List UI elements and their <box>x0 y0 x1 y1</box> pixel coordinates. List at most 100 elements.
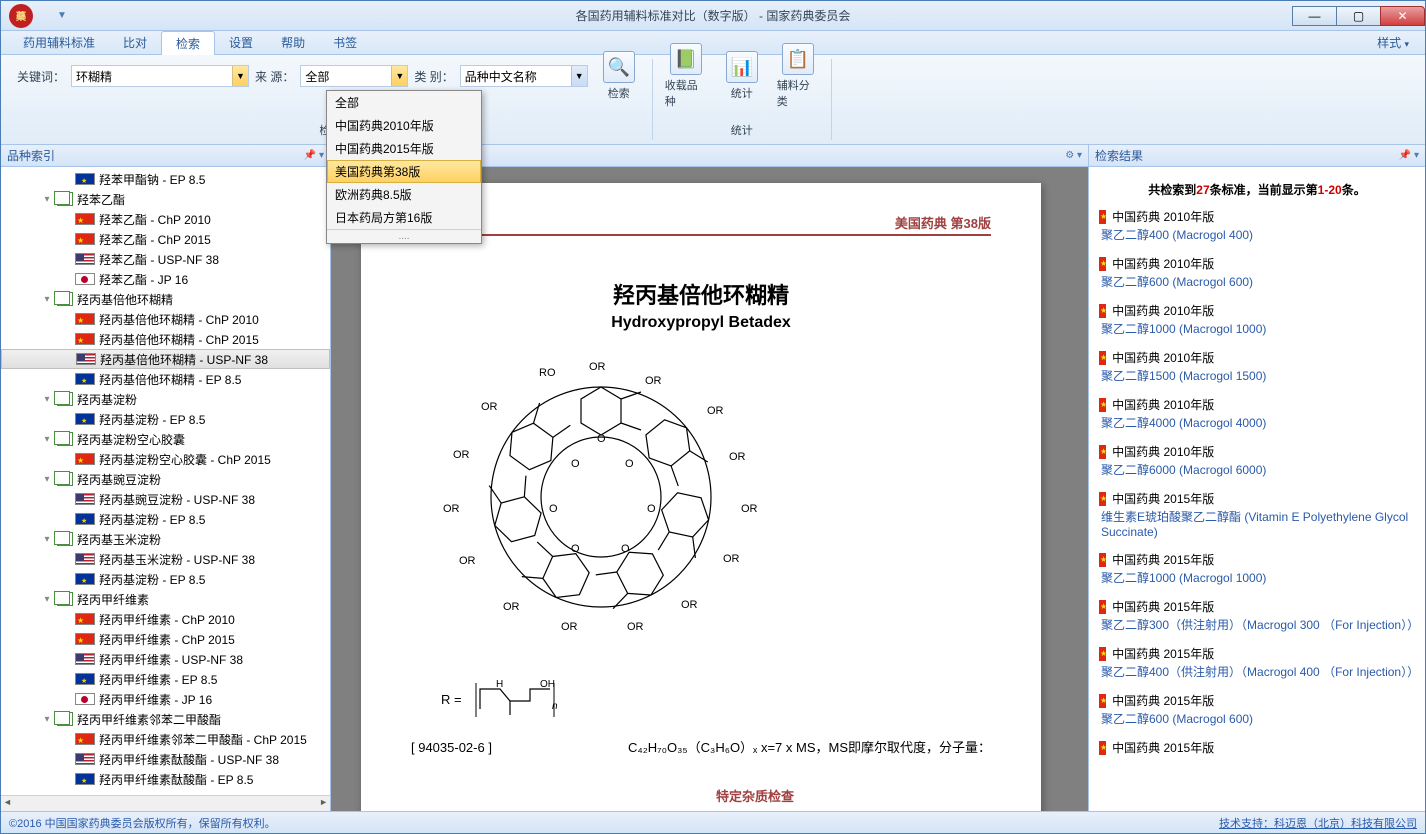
menu-tab-2[interactable]: 检索 <box>161 31 215 55</box>
tree-item[interactable]: ▾羟丙基淀粉空心胶囊 <box>1 429 330 449</box>
qat-dropdown-icon[interactable]: ▼ <box>57 10 67 21</box>
keyword-input[interactable] <box>72 66 232 86</box>
doc-header-right: 美国药典 第38版 <box>895 213 991 232</box>
result-source: 中国药典 2010年版 <box>1112 443 1214 460</box>
flag-us-icon <box>75 553 95 565</box>
tree-item[interactable]: 羟丙甲纤维素 - ChP 2010 <box>1 609 330 629</box>
maximize-button[interactable]: ▢ <box>1336 6 1381 26</box>
dropdown-item[interactable]: 中国药典2010年版 <box>327 114 481 137</box>
source-combo[interactable]: ▼ <box>300 65 408 87</box>
tree-item[interactable]: 羟丙甲纤维素 - EP 8.5 <box>1 669 330 689</box>
tree-item[interactable]: 羟丙基倍他环糊精 - USP-NF 38 <box>1 349 330 369</box>
tree-item[interactable]: 羟丙甲纤维素 - USP-NF 38 <box>1 649 330 669</box>
result-source: 中国药典 2015年版 <box>1112 739 1214 756</box>
tree-item[interactable]: 羟苯甲酯钠 - EP 8.5 <box>1 169 330 189</box>
tree-item-label: 羟丙基淀粉 - EP 8.5 <box>99 411 205 428</box>
menu-tab-1[interactable]: 比对 <box>109 31 161 55</box>
tree-item-label: 羟丙基淀粉空心胶囊 <box>77 431 185 448</box>
tree-item-label: 羟丙基淀粉空心胶囊 - ChP 2015 <box>99 451 271 468</box>
classify-button[interactable]: 📋 辅料分类 <box>773 41 823 111</box>
pin-icon[interactable]: 📌 ▾ <box>304 150 324 161</box>
tree-item[interactable]: 羟丙甲纤维素酞酸酯 - EP 8.5 <box>1 769 330 789</box>
tree-item[interactable]: ▾羟丙基倍他环糊精 <box>1 289 330 309</box>
tree-hscrollbar[interactable] <box>1 795 330 811</box>
category-input[interactable] <box>461 66 571 86</box>
result-source: 中国药典 2015年版 <box>1112 645 1214 662</box>
flag-cn-icon <box>75 333 95 345</box>
results-list[interactable]: 中国药典 2010年版 聚乙二醇400 (Macrogol 400) 中国药典 20… <box>1089 208 1425 811</box>
keyword-dropdown-icon[interactable]: ▼ <box>232 66 248 86</box>
tree-item[interactable]: ▾羟丙甲纤维素邻苯二甲酸酯 <box>1 709 330 729</box>
list-icon: 📋 <box>782 43 814 75</box>
tree-item[interactable]: 羟丙基倍他环糊精 - EP 8.5 <box>1 369 330 389</box>
search-button[interactable]: 🔍 检索 <box>594 49 644 103</box>
dropdown-item[interactable]: 中国药典2015年版 <box>327 137 481 160</box>
result-link[interactable]: 聚乙二醇1000 (Macrogol 1000) <box>1101 320 1415 337</box>
dropdown-item[interactable]: 日本药局方第16版 <box>327 206 481 229</box>
category-combo[interactable]: ▼ <box>460 65 588 87</box>
category-dropdown-icon[interactable]: ▼ <box>571 66 587 86</box>
result-link[interactable]: 聚乙二醇4000 (Macrogol 4000) <box>1101 414 1415 431</box>
source-dropdown-icon[interactable]: ▼ <box>391 66 407 86</box>
collect-button[interactable]: 📗 收载品种 <box>661 41 711 111</box>
tree-item[interactable]: 羟丙甲纤维素 - ChP 2015 <box>1 629 330 649</box>
tree-item[interactable]: 羟丙甲纤维素邻苯二甲酸酯 - ChP 2015 <box>1 729 330 749</box>
tree-item[interactable]: 羟丙基淀粉 - EP 8.5 <box>1 509 330 529</box>
tree-item[interactable]: 羟苯乙酯 - ChP 2010 <box>1 209 330 229</box>
result-link[interactable]: 聚乙二醇400（供注射用）（Macrogol 400 （For Injectio… <box>1101 663 1415 680</box>
ribbon-tabs: 药用辅料标准比对检索设置帮助书签 样式 ▾ <box>1 31 1425 55</box>
tree-item[interactable]: ▾羟丙基淀粉 <box>1 389 330 409</box>
menu-tab-0[interactable]: 药用辅料标准 <box>9 31 109 55</box>
style-button[interactable]: 样式 ▾ <box>1369 31 1417 54</box>
close-button[interactable]: ✕ <box>1380 6 1425 26</box>
tree-item[interactable]: 羟苯乙酯 - USP-NF 38 <box>1 249 330 269</box>
result-link[interactable]: 聚乙二醇1000 (Macrogol 1000) <box>1101 569 1415 586</box>
menu-tab-5[interactable]: 书签 <box>319 31 371 55</box>
tree-item[interactable]: ▾羟苯乙酯 <box>1 189 330 209</box>
svg-text:O: O <box>625 458 634 470</box>
tree-item-label: 羟苯甲酯钠 - EP 8.5 <box>99 171 205 188</box>
tree-item[interactable]: 羟丙基淀粉 - EP 8.5 <box>1 409 330 429</box>
result-link[interactable]: 维生素E琥珀酸聚乙二醇酯 (Vitamin E Polyethylene Gly… <box>1101 508 1415 539</box>
tree-item[interactable]: 羟苯乙酯 - ChP 2015 <box>1 229 330 249</box>
result-link[interactable]: 聚乙二醇300（供注射用）（Macrogol 300 （For Injectio… <box>1101 616 1415 633</box>
result-item: 中国药典 2010年版聚乙二醇6000 (Macrogol 6000) <box>1099 443 1415 478</box>
tree-item[interactable]: 羟丙甲纤维素酞酸酯 - USP-NF 38 <box>1 749 330 769</box>
tree-item[interactable]: 羟苯乙酯 - JP 16 <box>1 269 330 289</box>
tree-item-label: 羟苯乙酯 - ChP 2010 <box>99 211 211 228</box>
dropdown-item[interactable]: 美国药典第38版 <box>327 160 481 183</box>
result-link[interactable]: 聚乙二醇6000 (Macrogol 6000) <box>1101 461 1415 478</box>
result-link[interactable]: 聚乙二醇600 (Macrogol 600) <box>1101 710 1415 727</box>
result-source: 中国药典 2015年版 <box>1112 598 1214 615</box>
menu-tab-3[interactable]: 设置 <box>215 31 267 55</box>
result-link[interactable]: 聚乙二醇1500 (Macrogol 1500) <box>1101 367 1415 384</box>
minimize-button[interactable]: — <box>1292 6 1337 26</box>
document-viewer[interactable]: 糊精 美国药典 第38版 羟丙基倍他环糊精 Hydroxypropyl Beta… <box>331 167 1088 811</box>
tree-item[interactable]: 羟丙基玉米淀粉 - USP-NF 38 <box>1 549 330 569</box>
support-link[interactable]: 技术支持：科迈恩（北京）科技有限公司 <box>1219 815 1417 831</box>
pin-icon[interactable]: 📌 ▾ <box>1399 150 1419 161</box>
menu-tab-4[interactable]: 帮助 <box>267 31 319 55</box>
tree-item[interactable]: 羟丙基豌豆淀粉 - USP-NF 38 <box>1 489 330 509</box>
tree-item[interactable]: 羟丙基淀粉 - EP 8.5 <box>1 569 330 589</box>
tree-view[interactable]: 羟苯甲酯钠 - EP 8.5▾羟苯乙酯羟苯乙酯 - ChP 2010羟苯乙酯 -… <box>1 167 330 795</box>
flag-cn-icon <box>75 233 95 245</box>
dropdown-item[interactable]: 全部 <box>327 91 481 114</box>
dropdown-item[interactable]: 欧洲药典8.5版 <box>327 183 481 206</box>
source-input[interactable] <box>301 66 391 86</box>
stats-button[interactable]: 📊 统计 <box>717 49 767 103</box>
svg-text:OR: OR <box>681 599 698 611</box>
svg-text:OR: OR <box>729 451 746 463</box>
result-link[interactable]: 聚乙二醇400 (Macrogol 400) <box>1101 226 1415 243</box>
tree-item[interactable]: 羟丙基倍他环糊精 - ChP 2010 <box>1 309 330 329</box>
flag-cn-icon <box>75 613 95 625</box>
tree-item[interactable]: ▾羟丙甲纤维素 <box>1 589 330 609</box>
tree-item[interactable]: ▾羟丙基豌豆淀粉 <box>1 469 330 489</box>
tree-item[interactable]: 羟丙基倍他环糊精 - ChP 2015 <box>1 329 330 349</box>
result-link[interactable]: 聚乙二醇600 (Macrogol 600) <box>1101 273 1415 290</box>
keyword-combo[interactable]: ▼ <box>71 65 249 87</box>
doc-tools-icon[interactable]: ⚙ ▾ <box>1065 150 1082 161</box>
tree-item[interactable]: ▾羟丙基玉米淀粉 <box>1 529 330 549</box>
tree-item[interactable]: 羟丙甲纤维素 - JP 16 <box>1 689 330 709</box>
tree-item[interactable]: 羟丙基淀粉空心胶囊 - ChP 2015 <box>1 449 330 469</box>
